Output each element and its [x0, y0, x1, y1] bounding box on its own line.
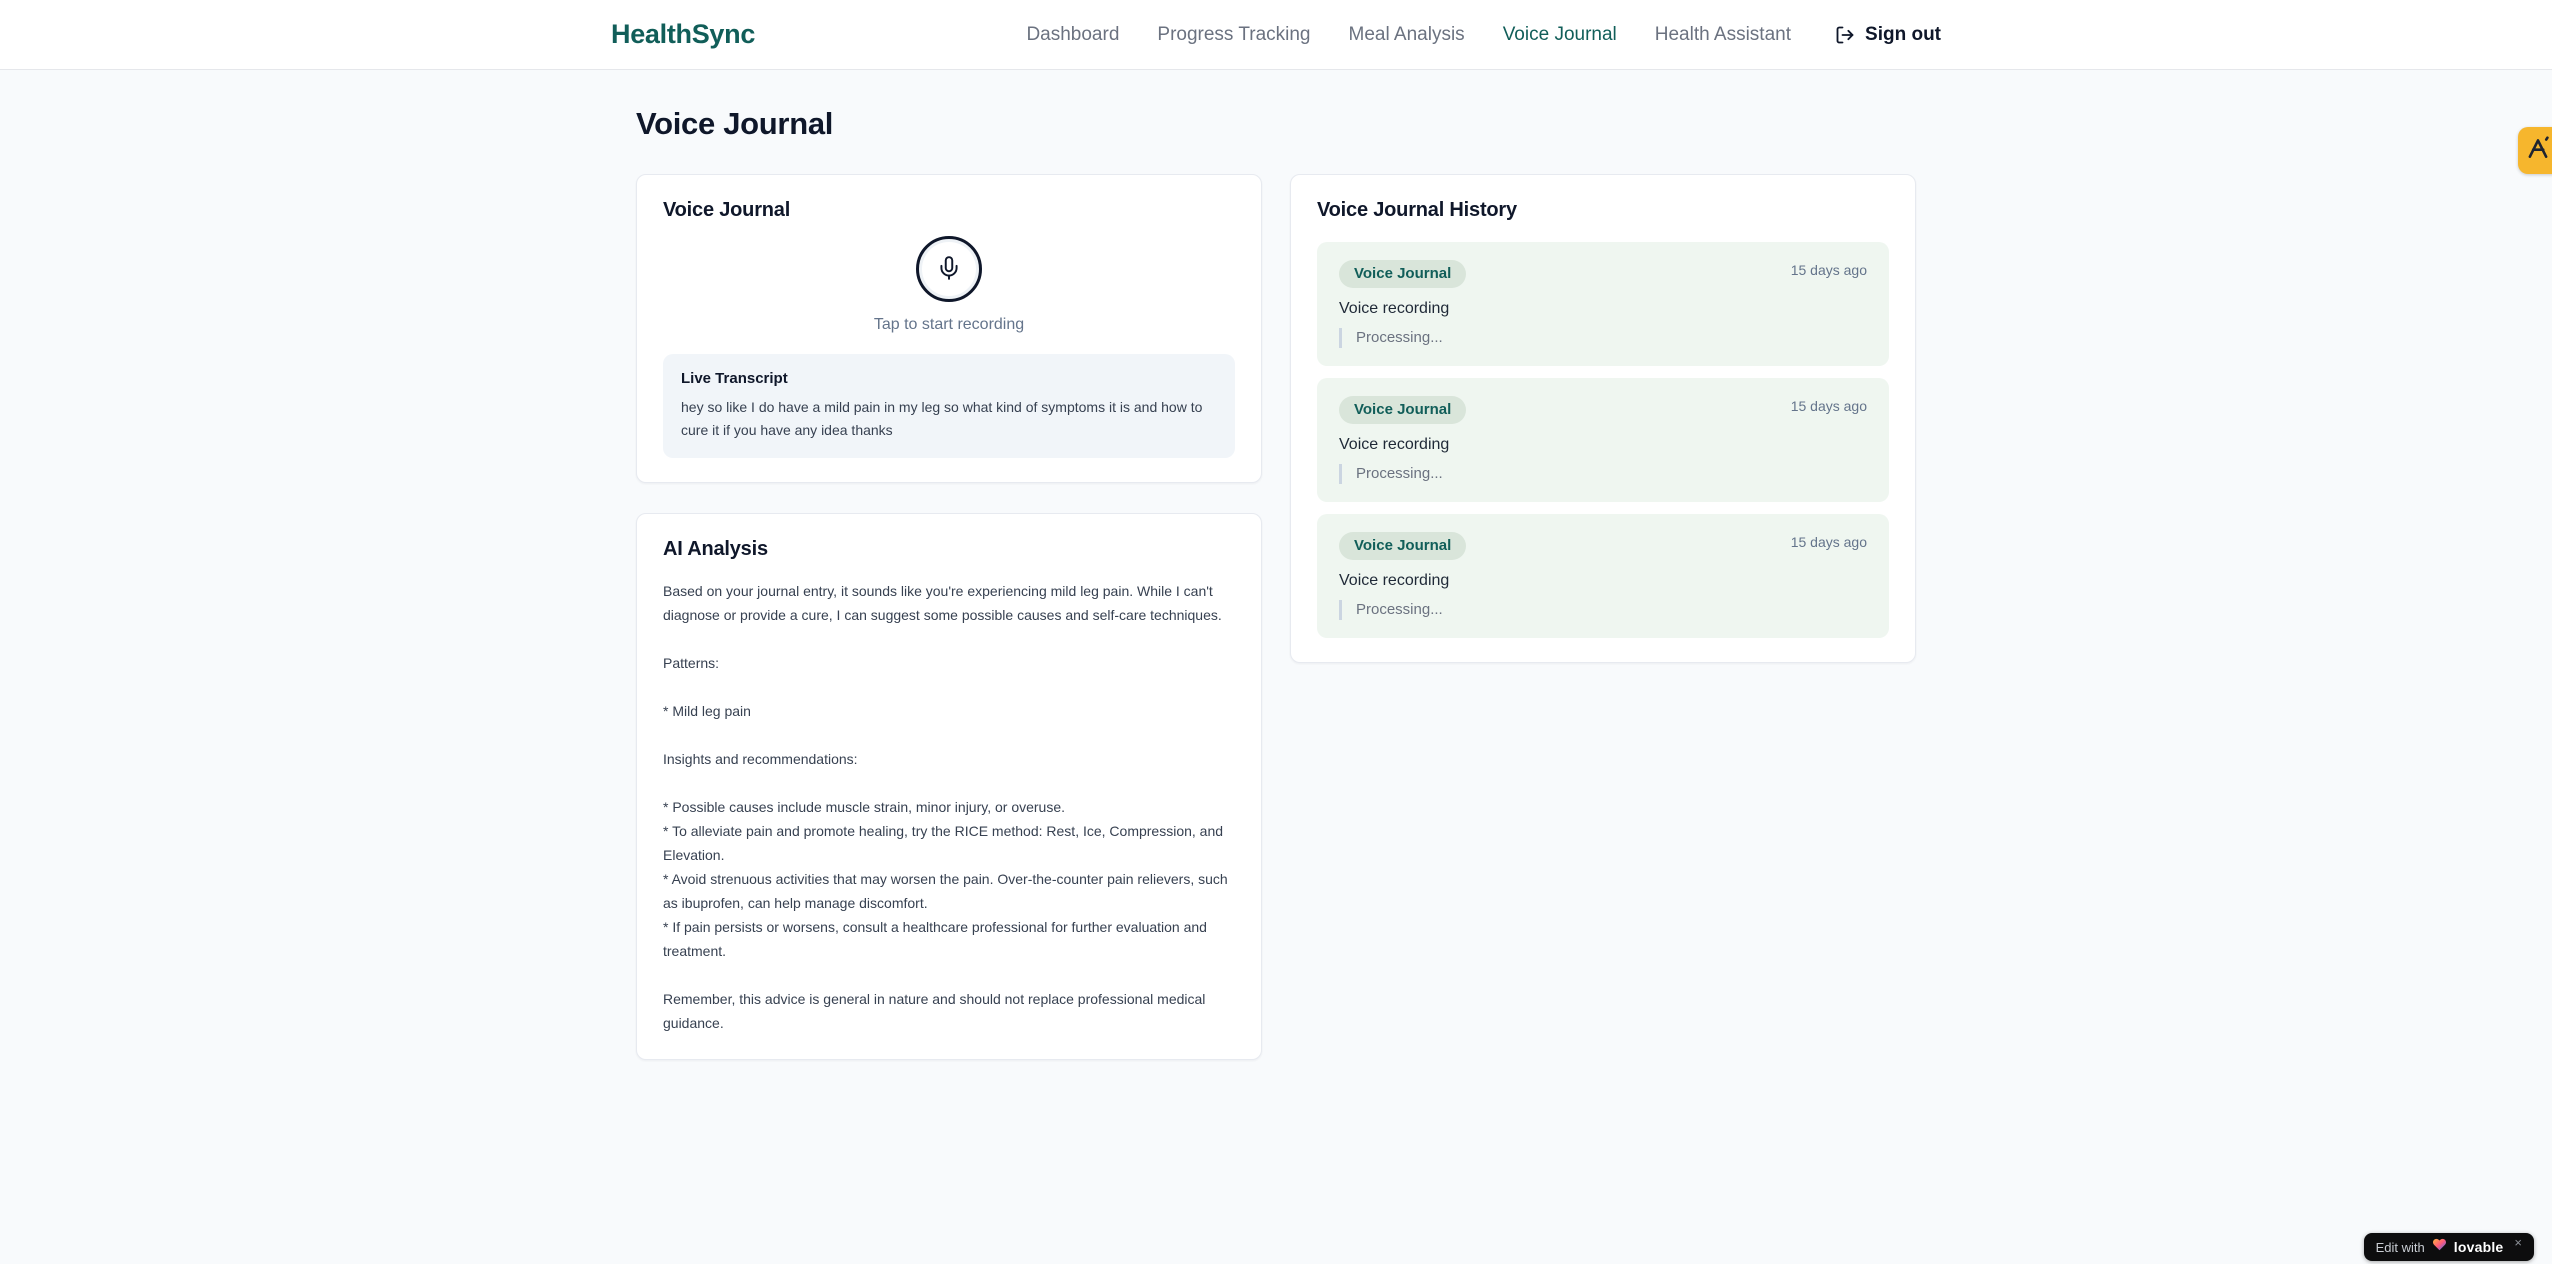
voice-recorder-card: Voice Journal Tap to start recording Liv… — [636, 174, 1262, 483]
lovable-brand-label: lovable — [2453, 1239, 2504, 1255]
entry-processing-status: Processing... — [1339, 328, 1867, 348]
entry-type-badge: Voice Journal — [1339, 396, 1467, 424]
close-icon[interactable]: × — [2514, 1235, 2522, 1250]
ai-analysis-card: AI Analysis Based on your journal entry,… — [636, 513, 1262, 1060]
tap-to-record-hint: Tap to start recording — [873, 316, 1025, 333]
history-entry[interactable]: Voice Journal 15 days ago Voice recordin… — [1317, 514, 1889, 638]
entry-processing-status: Processing... — [1339, 600, 1867, 620]
live-transcript-box: Live Transcript hey so like I do have a … — [663, 354, 1235, 458]
nav-item-dashboard[interactable]: Dashboard — [1026, 24, 1119, 46]
entry-timestamp: 15 days ago — [1790, 534, 1867, 550]
history-entry[interactable]: Voice Journal 15 days ago Voice recordin… — [1317, 378, 1889, 502]
record-button[interactable] — [916, 236, 982, 302]
nav-item-progress-tracking[interactable]: Progress Tracking — [1157, 24, 1310, 46]
voice-journal-history-card: Voice Journal History Voice Journal 15 d… — [1290, 174, 1916, 663]
entry-title: Voice recording — [1339, 300, 1450, 317]
history-entry[interactable]: Voice Journal 15 days ago Voice recordin… — [1317, 242, 1889, 366]
page-title: Voice Journal — [636, 106, 834, 141]
log-out-icon — [1835, 25, 1855, 45]
main-content: Voice Journal Voice Journal Tap to start… — [636, 70, 1916, 1060]
entry-timestamp: 15 days ago — [1790, 398, 1867, 414]
live-transcript-text: hey so like I do have a mild pain in my … — [681, 399, 1203, 438]
edit-with-label: Edit with — [2375, 1239, 2425, 1255]
side-toolbar-badge[interactable] — [2518, 127, 2552, 174]
ai-analysis-body: Based on your journal entry, it sounds l… — [663, 583, 1228, 1031]
microphone-icon — [936, 255, 962, 284]
entry-type-badge: Voice Journal — [1339, 260, 1467, 288]
recorder-card-title: Voice Journal — [663, 199, 791, 221]
sign-out-button[interactable]: Sign out — [1835, 24, 1941, 46]
entry-title: Voice recording — [1339, 436, 1450, 453]
ai-analysis-title: AI Analysis — [663, 538, 768, 560]
entry-timestamp: 15 days ago — [1790, 262, 1867, 278]
entry-title: Voice recording — [1339, 572, 1450, 589]
nav-item-health-assistant[interactable]: Health Assistant — [1655, 24, 1791, 46]
sign-out-label: Sign out — [1865, 23, 1941, 45]
entry-processing-status: Processing... — [1339, 464, 1867, 484]
app-logo[interactable]: HealthSync — [611, 19, 755, 50]
entry-type-badge: Voice Journal — [1339, 532, 1467, 560]
heart-gradient-icon — [2432, 1237, 2447, 1257]
nav-item-meal-analysis[interactable]: Meal Analysis — [1349, 24, 1465, 46]
history-list: Voice Journal 15 days ago Voice recordin… — [1317, 242, 1889, 638]
live-transcript-label: Live Transcript — [681, 370, 788, 387]
select-tool-icon — [2525, 135, 2551, 166]
main-nav: Dashboard Progress Tracking Meal Analysi… — [1026, 24, 1941, 46]
history-card-title: Voice Journal History — [1317, 199, 1517, 221]
nav-item-voice-journal[interactable]: Voice Journal — [1503, 24, 1617, 46]
header: HealthSync Dashboard Progress Tracking M… — [0, 0, 2552, 70]
edit-with-lovable-badge[interactable]: Edit with lovable × — [2363, 1233, 2534, 1261]
